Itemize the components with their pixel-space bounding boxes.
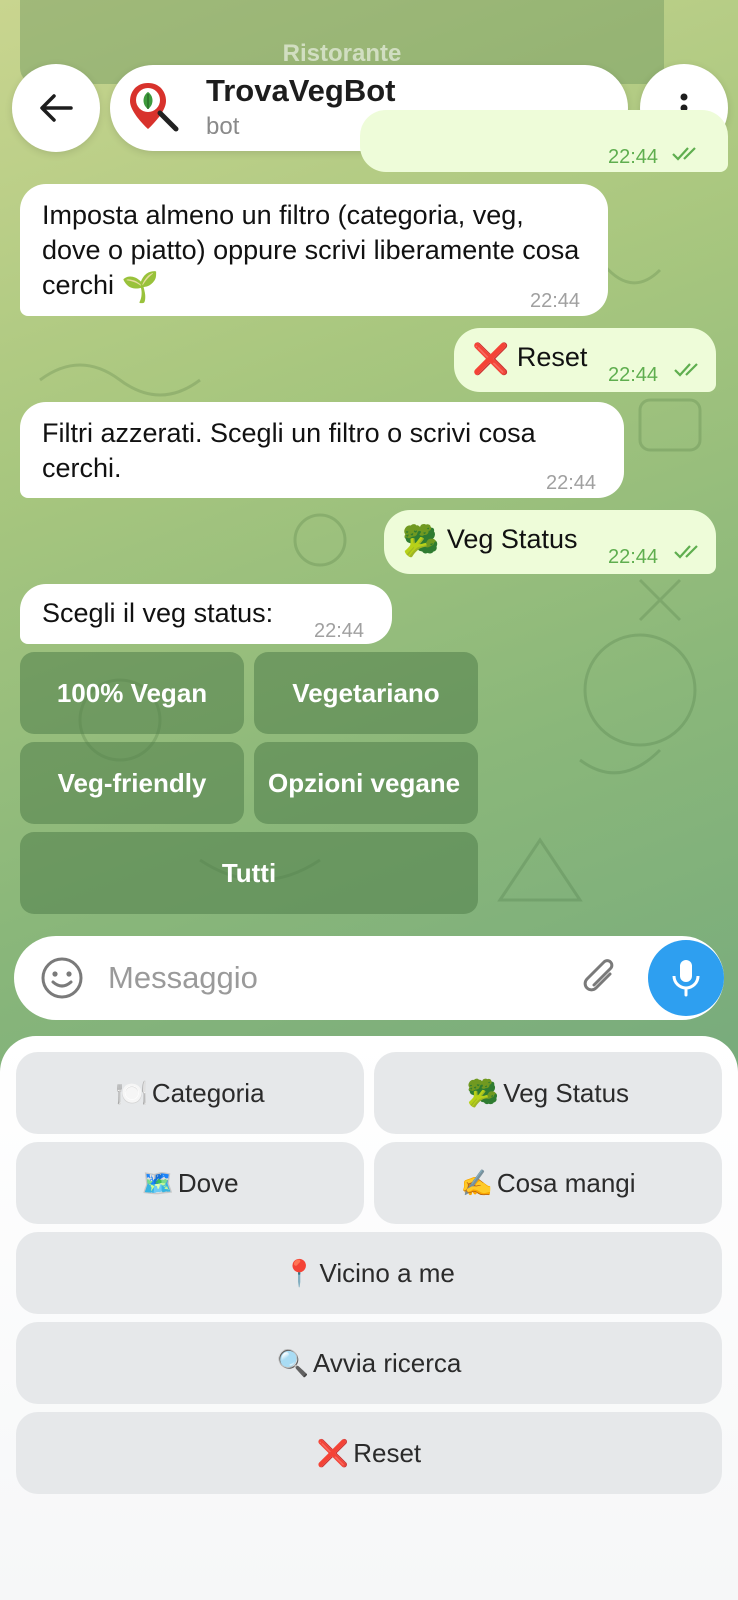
read-check-icon <box>674 545 698 559</box>
reply-button-label: Dove <box>177 1167 239 1198</box>
reply-button-label: Veg Status <box>503 1077 630 1108</box>
reply-button-vicino-a-me[interactable]: 📍 Vicino a me <box>16 1232 722 1314</box>
message-time: 22:44 <box>314 620 365 642</box>
message-text: Reset <box>516 342 588 372</box>
arrow-left-icon <box>40 94 73 122</box>
voice-record-button[interactable] <box>648 940 724 1016</box>
bot-subtitle: bot <box>206 113 240 140</box>
message-time: 22:44 <box>530 290 581 312</box>
microphone-icon <box>672 960 700 997</box>
message-incoming: Scegli il veg status: 22:44 <box>20 584 392 644</box>
reply-button-label: Vicino a me <box>319 1257 455 1288</box>
inline-button-opzioni-vegane[interactable]: Opzioni vegane <box>254 742 478 824</box>
back-button[interactable] <box>12 64 100 152</box>
message-time: 22:44 <box>608 146 659 168</box>
message-incoming: Imposta almeno un filtro (categoria, veg… <box>20 184 608 316</box>
message-text: Veg Status <box>446 524 578 554</box>
message-outgoing: 22:44 <box>360 110 728 172</box>
cross-emoji: ❌ <box>472 343 510 376</box>
reply-button-veg-status[interactable]: 🥦 Veg Status <box>374 1052 722 1134</box>
inline-button-vegetariano[interactable]: Vegetariano <box>254 652 478 734</box>
bot-name: TrovaVegBot <box>206 73 396 108</box>
emoji-icon[interactable] <box>40 956 84 1000</box>
map-icon: 🗺️ <box>141 1167 174 1198</box>
message-time: 22:44 <box>608 364 659 386</box>
message-outgoing: 🥦 Veg Status 22:44 <box>384 510 716 574</box>
message-input-bar: Messaggio <box>14 936 724 1020</box>
reply-button-reset[interactable]: ❌ Reset <box>16 1412 722 1494</box>
pin-icon: 📍 <box>283 1257 316 1288</box>
magnifier-icon: 🔍 <box>276 1347 309 1378</box>
reply-button-categoria[interactable]: 🍽️ Categoria <box>16 1052 364 1134</box>
reply-button-label: Avvia ricerca <box>313 1347 462 1378</box>
reply-button-label: Categoria <box>151 1077 265 1108</box>
read-check-icon <box>674 363 698 377</box>
broccoli-icon: 🥦 <box>466 1077 500 1108</box>
inline-button-100-vegan[interactable]: 100% Vegan <box>20 652 244 734</box>
inline-button-tutti[interactable]: Tutti <box>20 832 478 914</box>
message-time: 22:44 <box>546 472 597 494</box>
attach-icon[interactable] <box>580 956 620 1000</box>
bot-avatar-icon <box>130 83 179 132</box>
message-incoming: Filtri azzerati. Scegli un filtro o scri… <box>20 402 624 498</box>
message-outgoing: ❌ Reset 22:44 <box>454 328 716 392</box>
reply-button-dove[interactable]: 🗺️ Dove <box>16 1142 364 1224</box>
writing-hand-icon: ✍️ <box>460 1167 493 1198</box>
broccoli-emoji: 🥦 <box>402 525 440 558</box>
reply-button-cosa-mangi[interactable]: ✍️ Cosa mangi <box>374 1142 722 1224</box>
seedling-emoji: 🌱 <box>121 271 159 304</box>
remnant-button-label: Ristorante <box>282 40 402 67</box>
message-input[interactable]: Messaggio <box>108 960 258 996</box>
inline-button-veg-friendly[interactable]: Veg-friendly <box>20 742 244 824</box>
cross-icon: ❌ <box>316 1437 350 1468</box>
read-check-icon <box>672 147 696 161</box>
plate-icon: 🍽️ <box>115 1077 148 1108</box>
reply-button-label: Reset <box>353 1437 422 1468</box>
message-text: Filtri azzerati. Scegli un filtro o scri… <box>42 418 536 483</box>
message-text: Scegli il veg status: <box>42 598 274 628</box>
reply-button-label: Cosa mangi <box>496 1167 636 1198</box>
message-time: 22:44 <box>608 546 659 568</box>
reply-button-avvia-ricerca[interactable]: 🔍 Avvia ricerca <box>16 1322 722 1404</box>
